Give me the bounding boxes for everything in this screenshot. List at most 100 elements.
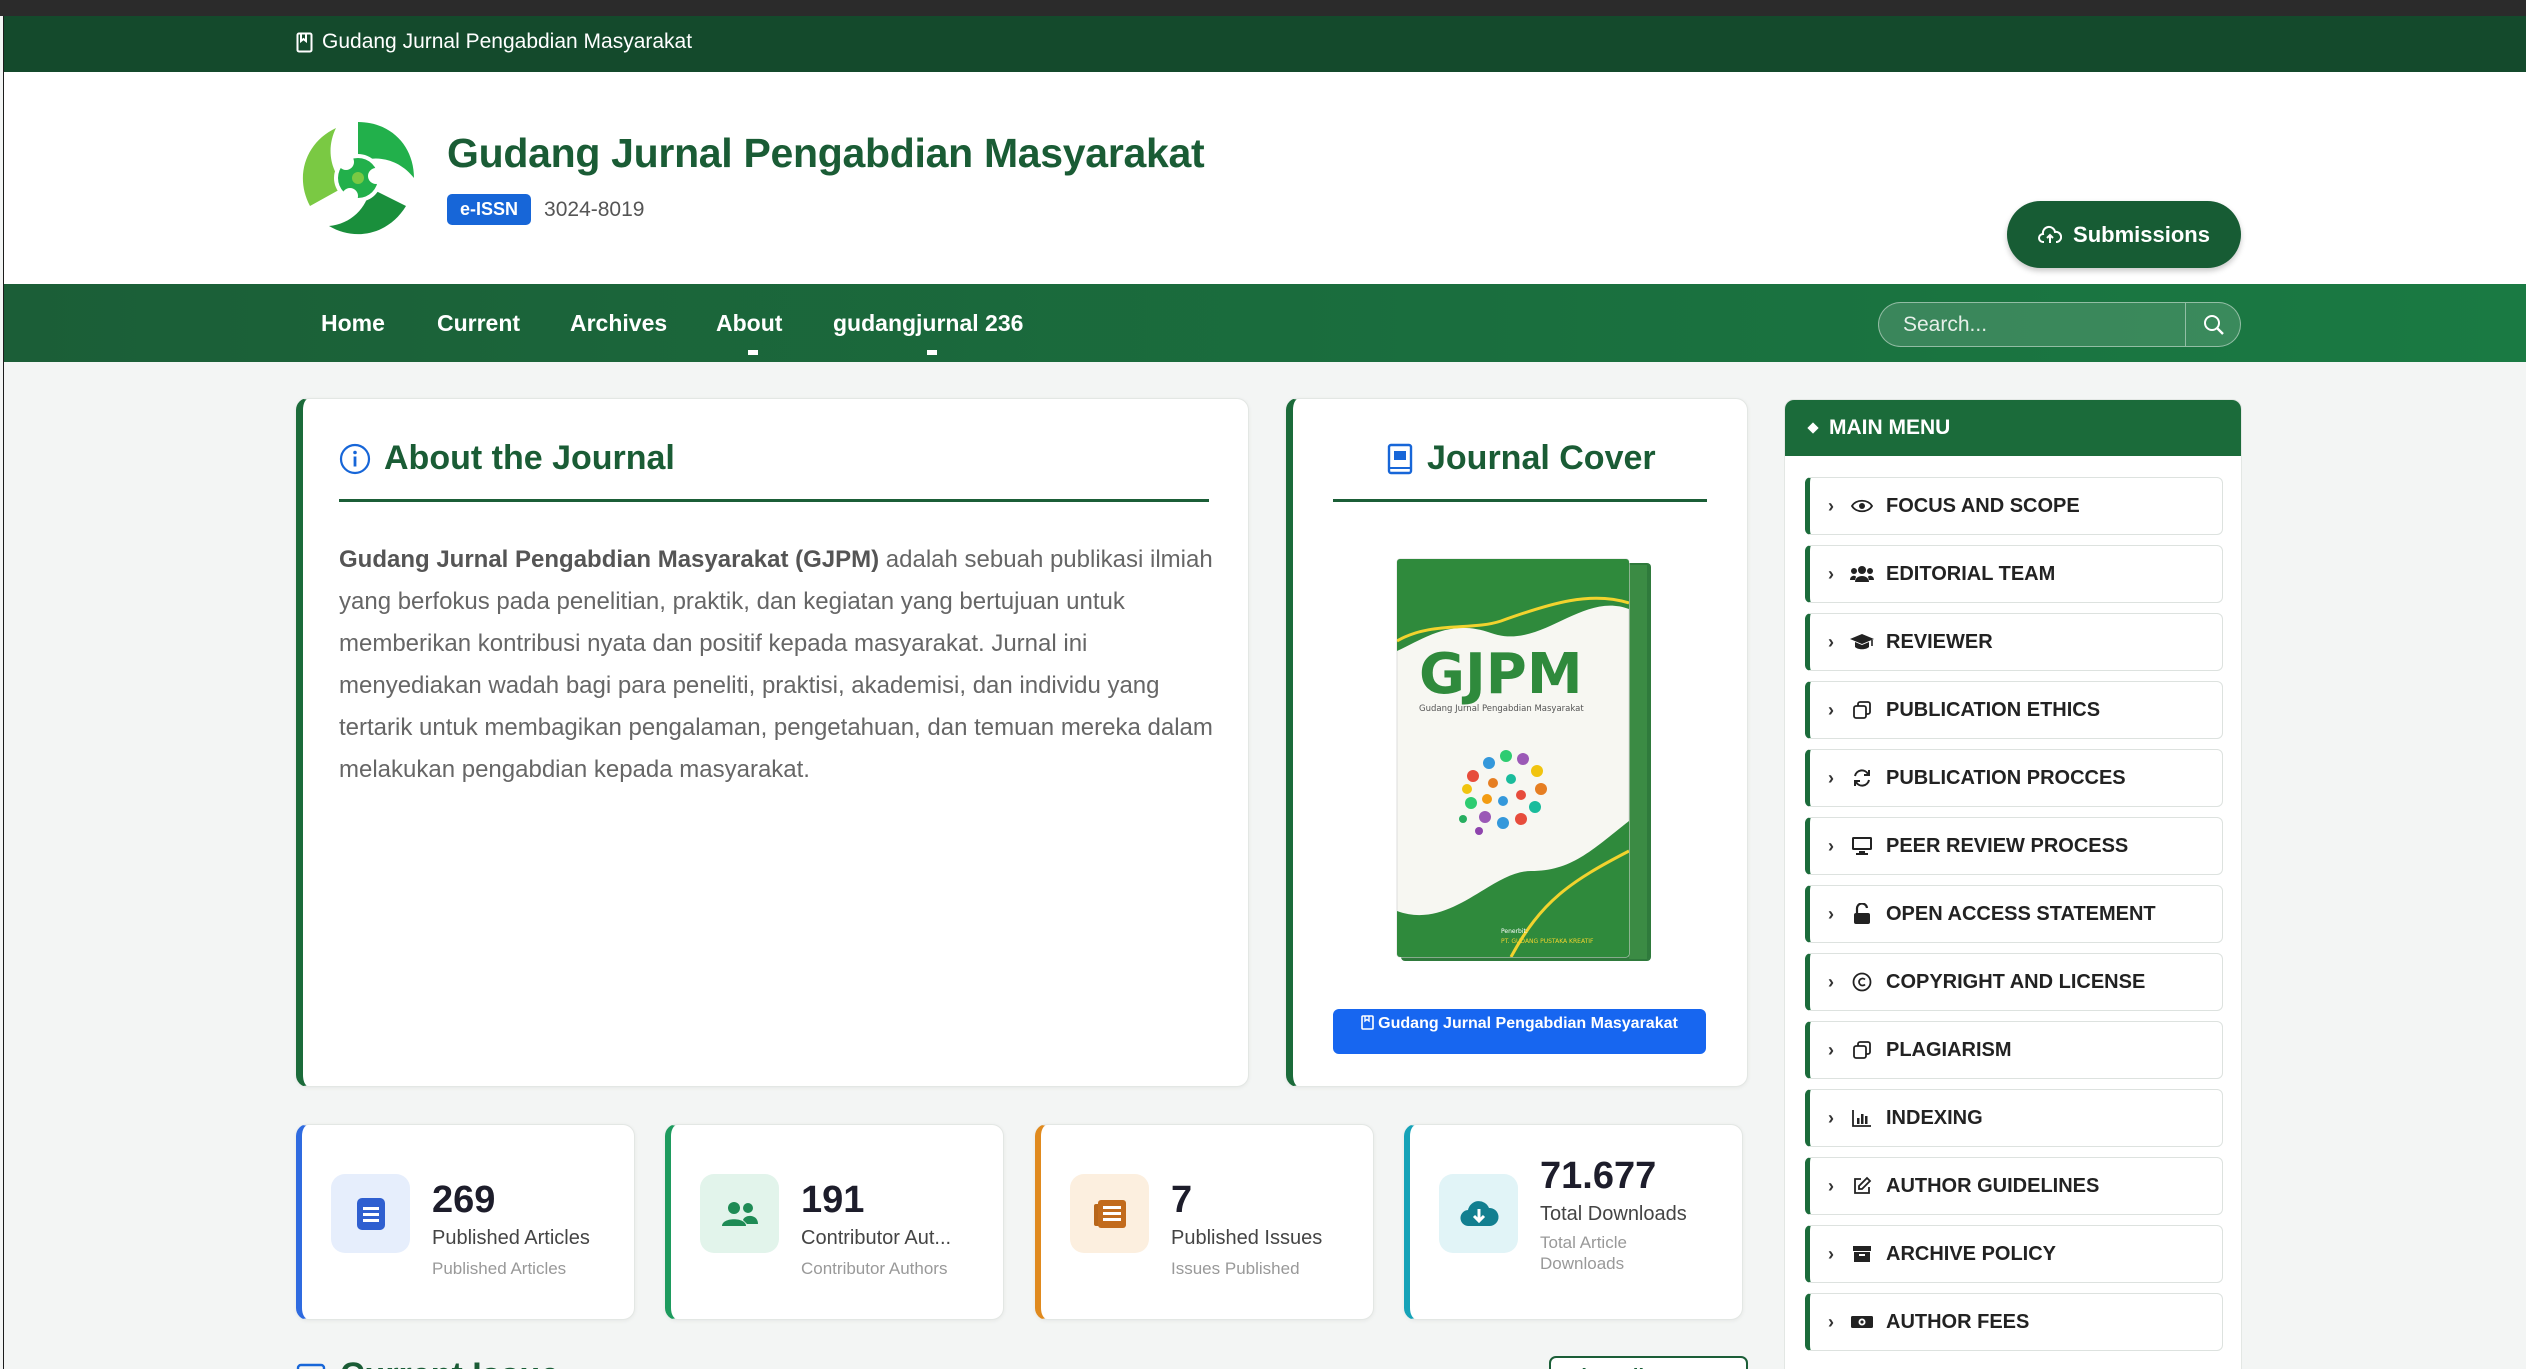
info-icon [339, 443, 371, 474]
stat-sub-issues: Issues Published [1171, 1259, 1300, 1278]
menu-item-label: OPEN ACCESS STATEMENT [1886, 902, 2156, 925]
stat-value-authors: 191 [801, 1179, 865, 1221]
menu-item-peer-review-process[interactable]: › PEER REVIEW PROCESS [1805, 817, 2223, 875]
menu-item-label: AUTHOR GUIDELINES [1886, 1174, 2100, 1197]
book-subtitle: Gudang Jurnal Pengabdian Masyarakat [1419, 704, 1584, 714]
current-issue-heading-text: Current Issue [340, 1356, 559, 1369]
eye-icon [1850, 495, 1874, 517]
stat-card-downloads: 71.677 Total Downloads Total Article Dow… [1404, 1124, 1743, 1320]
unlock-icon [1850, 903, 1874, 925]
site-header: Gudang Jurnal Pengabdian Masyarakat e-IS… [4, 72, 2526, 284]
search-button[interactable] [2185, 303, 2241, 346]
sidebar-main-menu: MAIN MENU › FOCUS AND SCOPE › EDITORIAL … [1784, 399, 2242, 1369]
users-icon [721, 1201, 758, 1226]
chevron-right-icon: › [1828, 1243, 1834, 1264]
monitor-icon [1850, 835, 1874, 857]
chevron-right-icon: › [1828, 495, 1834, 516]
menu-item-label: PLAGIARISM [1886, 1038, 2012, 1061]
bookmark-icon [296, 32, 313, 52]
submissions-button[interactable]: Submissions [2007, 201, 2241, 268]
search-input[interactable] [1879, 303, 2185, 346]
newspaper-icon [1093, 1199, 1126, 1228]
menu-item-plagiarism[interactable]: › PLAGIARISM [1805, 1021, 2223, 1079]
stat-card-articles: 269 Published Articles Published Article… [296, 1124, 635, 1320]
menu-item-reviewer[interactable]: › REVIEWER [1805, 613, 2223, 671]
stat-icon-issues [1070, 1174, 1149, 1253]
menu-item-indexing[interactable]: › INDEXING [1805, 1089, 2223, 1147]
journal-logo[interactable] [296, 116, 420, 240]
page: Gudang Jurnal Pengabdian Masyarakat Guda… [3, 16, 2526, 1369]
cloud-download-icon [1459, 1200, 1499, 1226]
about-journal-name: Gudang Jurnal Pengabdian Masyarakat (GJP… [339, 546, 880, 573]
chevron-right-icon: › [1828, 903, 1834, 924]
cloud-upload-icon [2038, 225, 2063, 243]
main-menu-header: MAIN MENU [1785, 400, 2241, 456]
menu-item-label: AUTHOR FEES [1886, 1310, 2030, 1333]
chevron-right-icon: › [1828, 971, 1834, 992]
about-journal-card: About the Journal Gudang Jurnal Pengabdi… [296, 398, 1249, 1087]
menu-item-open-access-statement[interactable]: › OPEN ACCESS STATEMENT [1805, 885, 2223, 943]
stat-label-issues: Published Issues [1171, 1227, 1323, 1249]
top-bar-title: Gudang Jurnal Pengabdian Masyarakat [296, 30, 692, 54]
about-text: Gudang Jurnal Pengabdian Masyarakat (GJP… [339, 539, 1219, 791]
chevron-right-icon: › [1828, 1175, 1834, 1196]
search-box [1878, 302, 2241, 347]
browser-chrome-strip [0, 0, 2526, 16]
nav-user-dropdown-marker [927, 350, 937, 355]
stat-sub-authors: Contributor Authors [801, 1259, 948, 1278]
menu-item-editorial-team[interactable]: › EDITORIAL TEAM [1805, 545, 2223, 603]
nav-home[interactable]: Home [321, 284, 385, 362]
cover-heading: Journal Cover [1386, 439, 1656, 478]
issn-row: e-ISSN 3024-8019 [447, 194, 644, 225]
journal-cover-card: Journal Cover GJPM Gudang Jurnal Pengabd… [1286, 398, 1748, 1087]
issn-badge: e-ISSN [447, 194, 532, 225]
cover-heading-text: Journal Cover [1427, 439, 1656, 477]
about-heading-text: About the Journal [384, 439, 675, 477]
menu-item-author-fees[interactable]: › AUTHOR FEES [1805, 1293, 2223, 1351]
nav-archives[interactable]: Archives [570, 284, 667, 362]
journal-cover-image[interactable]: GJPM Gudang Jurnal Pengabdian Masyarakat… [1391, 551, 1653, 963]
bar-chart-icon [1850, 1107, 1874, 1129]
stat-value-issues: 7 [1171, 1179, 1193, 1221]
refresh-icon [1850, 767, 1874, 789]
stat-value-articles: 269 [432, 1179, 496, 1221]
chevron-right-icon: › [1828, 563, 1834, 584]
document-icon [356, 1197, 385, 1230]
menu-item-author-guidelines[interactable]: › AUTHOR GUIDELINES [1805, 1157, 2223, 1215]
site-title[interactable]: Gudang Jurnal Pengabdian Masyarakat [447, 130, 1205, 177]
menu-item-focus-and-scope[interactable]: › FOCUS AND SCOPE [1805, 477, 2223, 535]
menu-item-label: COPYRIGHT AND LICENSE [1886, 970, 2146, 993]
copyright-icon [1850, 971, 1874, 993]
book-publisher: PT. GUDANG PUSTAKA KREATIF [1501, 938, 1594, 945]
menu-item-copyright-and-license[interactable]: › COPYRIGHT AND LICENSE [1805, 953, 2223, 1011]
menu-item-publication-ethics[interactable]: › PUBLICATION ETHICS [1805, 681, 2223, 739]
menu-item-archive-policy[interactable]: › ARCHIVE POLICY [1805, 1225, 2223, 1283]
stat-value-downloads: 71.677 [1540, 1155, 1657, 1197]
search-icon [2203, 314, 2224, 335]
stat-icon-articles [331, 1174, 410, 1253]
issn-number: 3024-8019 [544, 197, 645, 221]
menu-item-publication-procces[interactable]: › PUBLICATION PROCCES [1805, 749, 2223, 807]
nav-current[interactable]: Current [437, 284, 520, 362]
menu-item-label: PUBLICATION ETHICS [1886, 698, 2101, 721]
top-bar-text: Gudang Jurnal Pengabdian Masyarakat [322, 30, 693, 53]
view-all-issues-button[interactable]: View All Issues » [1549, 1356, 1748, 1369]
stat-label-authors: Contributor Aut... [801, 1227, 952, 1249]
stat-sub-articles: Published Articles [432, 1259, 567, 1278]
chevron-right-icon: › [1828, 767, 1834, 788]
chevron-right-icon: › [1828, 1039, 1834, 1060]
bookmark-icon [1361, 1015, 1374, 1030]
menu-item-label: PUBLICATION PROCCES [1886, 766, 2126, 789]
users-icon [1850, 563, 1874, 585]
journal-cover-button[interactable]: Gudang Jurnal Pengabdian Masyarakat [1333, 1009, 1706, 1054]
stat-card-issues: 7 Published Issues Issues Published [1035, 1124, 1374, 1320]
stat-card-authors: 191 Contributor Aut... Contributor Autho… [665, 1124, 1004, 1320]
stat-icon-downloads [1439, 1174, 1518, 1253]
cover-heading-divider [1333, 499, 1707, 502]
stat-icon-authors [700, 1174, 779, 1253]
copy-icon [1850, 1039, 1874, 1061]
copy-icon [1850, 699, 1874, 721]
about-heading-divider [339, 499, 1209, 502]
menu-item-label: REVIEWER [1886, 630, 1993, 653]
edit-icon [1850, 1175, 1874, 1197]
